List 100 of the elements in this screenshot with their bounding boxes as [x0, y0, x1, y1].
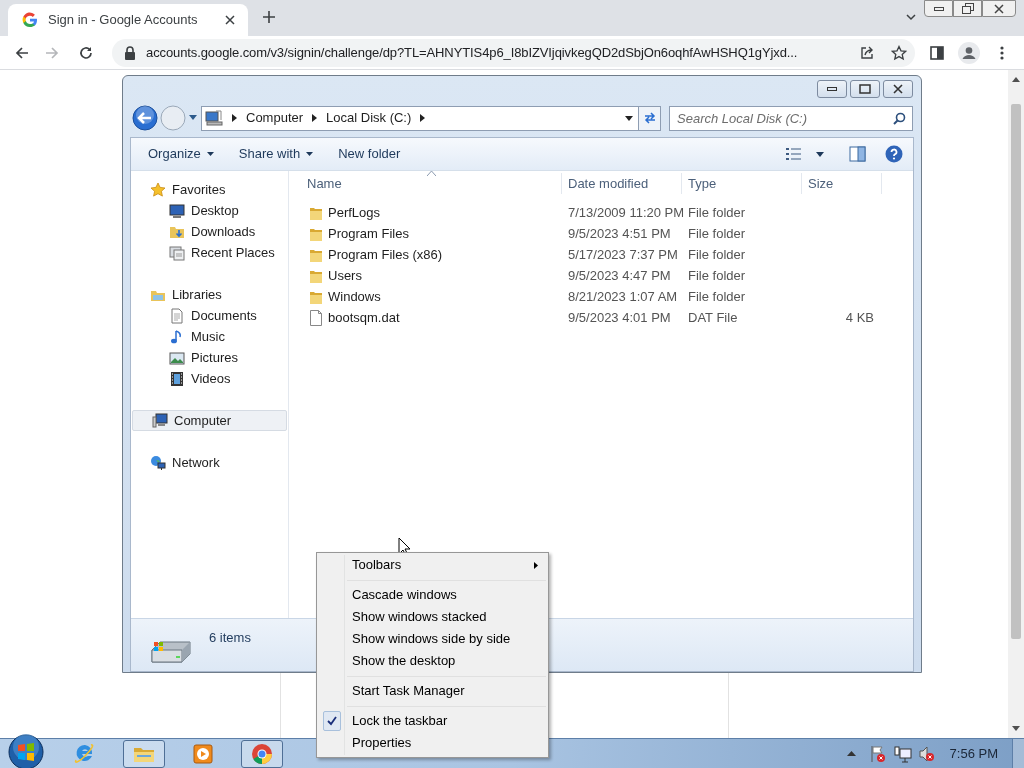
monitor-icon: [169, 202, 185, 219]
nav-item[interactable]: Computer: [132, 410, 287, 431]
close-button[interactable]: [982, 0, 1016, 17]
command-button[interactable]: New folder: [330, 141, 409, 167]
type-cell-text: File folder: [687, 203, 747, 222]
nav-item[interactable]: Pictures: [131, 347, 288, 368]
type-cell-text: File folder: [687, 266, 747, 285]
file-row[interactable]: bootsqm.dat 9/5/2023 4:01 PM DAT File 4 KB: [289, 307, 913, 328]
clock[interactable]: 7:56 PM: [949, 743, 998, 764]
date-cell-text: 9/5/2023 4:47 PM: [567, 266, 672, 285]
scroll-thumb[interactable]: [1011, 104, 1021, 639]
scrollbar[interactable]: [1008, 70, 1024, 738]
checkmark-icon: [327, 716, 337, 726]
profile-icon[interactable]: [958, 41, 980, 64]
breadcrumb[interactable]: Local Disk (C:): [326, 108, 412, 128]
help-icon[interactable]: [885, 145, 903, 163]
menu-item[interactable]: Start Task Manager: [319, 680, 546, 702]
nav-item[interactable]: Documents: [131, 305, 288, 326]
chevron-right-icon[interactable]: [420, 114, 426, 122]
caret-icon: [206, 152, 214, 156]
restore-icon: [961, 3, 974, 14]
file-icon: [309, 309, 323, 326]
menu-item[interactable]: Cascade windows: [319, 584, 546, 606]
menu-item[interactable]: Show windows side by side: [319, 628, 546, 650]
menu-item[interactable]: Properties: [319, 732, 546, 754]
preview-pane-icon[interactable]: [849, 146, 866, 162]
nav-item[interactable]: Recent Places: [131, 242, 288, 263]
nav-item[interactable]: Videos: [131, 368, 288, 389]
file-row[interactable]: Program Files (x86) 5/17/2023 7:37 PM File folder: [289, 244, 913, 265]
command-button[interactable]: Share with: [230, 141, 322, 167]
minimize-icon: [933, 6, 944, 11]
refresh-button[interactable]: [639, 105, 661, 131]
taskbar-button[interactable]: [123, 739, 165, 768]
nav-item[interactable]: Libraries: [131, 284, 288, 305]
file-row[interactable]: Windows 8/21/2023 1:07 AM File folder: [289, 286, 913, 307]
new-tab-icon[interactable]: [261, 9, 277, 25]
nav-item[interactable]: Network: [131, 452, 288, 473]
side-panel-icon[interactable]: [929, 44, 945, 61]
minimize-icon: [827, 87, 837, 91]
dropdown-icon[interactable]: [625, 115, 633, 121]
minimize-button[interactable]: [924, 0, 953, 17]
speaker-muted-icon[interactable]: [917, 744, 936, 763]
share-icon[interactable]: [859, 44, 875, 61]
scroll-up-icon[interactable]: [1012, 76, 1020, 82]
nav-item[interactable]: Desktop: [131, 200, 288, 221]
caret-icon[interactable]: [816, 151, 824, 157]
scroll-down-icon[interactable]: [1012, 726, 1020, 732]
path-bar[interactable]: Computer Local Disk (C:): [201, 105, 639, 131]
chevron-right-icon[interactable]: [312, 114, 318, 122]
type-cell-text: File folder: [687, 245, 747, 264]
close-icon: [893, 84, 903, 94]
close-button[interactable]: [883, 80, 913, 98]
menu-item[interactable]: Show the desktop: [319, 650, 546, 672]
command-button[interactable]: Organize: [140, 141, 222, 167]
refresh-arrows-icon: [642, 111, 657, 125]
reload-icon[interactable]: [78, 44, 94, 61]
nav-item[interactable]: Downloads: [131, 221, 288, 242]
browser-tab[interactable]: Sign in - Google Accounts: [8, 4, 248, 36]
file-row[interactable]: PerfLogs 7/13/2009 11:20 PM File folder: [289, 202, 913, 223]
column-header[interactable]: Name: [289, 173, 562, 194]
file-row[interactable]: Users 9/5/2023 4:47 PM File folder: [289, 265, 913, 286]
date-cell-text: 8/21/2023 1:07 AM: [567, 287, 679, 306]
date-cell-text: 7/13/2009 11:20 PM: [567, 203, 682, 222]
column-header[interactable]: Date modified: [562, 173, 682, 194]
column-header[interactable]: Type: [682, 173, 802, 194]
maximize-button[interactable]: [850, 80, 880, 98]
chevron-up-icon[interactable]: [846, 751, 856, 756]
address-bar[interactable]: accounts.google.com/v3/signin/challenge/dp?TL=AHNYTIS4p6_I8bIZVIjqivkegQD2dSbjOn6oqhfAwHSHQ1gYjxd...: [112, 38, 915, 67]
restore-button[interactable]: [953, 0, 982, 17]
nav-item[interactable]: Favorites: [131, 179, 288, 200]
minimize-button[interactable]: [817, 80, 847, 98]
flag-error-icon[interactable]: [868, 744, 887, 763]
menu-item[interactable]: Lock the taskbar: [319, 710, 546, 732]
checkbox[interactable]: [323, 711, 341, 731]
submenu-arrow-icon: [534, 561, 538, 569]
picture-icon: [169, 349, 185, 366]
network-error-icon[interactable]: [893, 744, 912, 763]
chevron-down-icon[interactable]: [905, 11, 917, 23]
type-cell-text: DAT File: [687, 308, 739, 327]
document-icon: [169, 307, 185, 324]
back-icon[interactable]: [132, 105, 158, 131]
file-name: bootsqm.dat: [328, 308, 400, 327]
back-icon[interactable]: [14, 44, 30, 61]
computer-icon: [152, 412, 168, 429]
search-field[interactable]: Search Local Disk (C:): [669, 105, 913, 131]
breadcrumb[interactable]: Computer: [246, 108, 304, 128]
taskbar-button[interactable]: [241, 739, 283, 768]
file-row[interactable]: Program Files 9/5/2023 4:51 PM File folder: [289, 223, 913, 244]
nav-item[interactable]: Music: [131, 326, 288, 347]
menu-item[interactable]: Toolbars: [319, 554, 546, 576]
view-options-icon[interactable]: [786, 147, 802, 161]
menu-icon[interactable]: [1000, 44, 1004, 61]
film-icon: [169, 370, 185, 387]
star-icon[interactable]: [891, 44, 907, 61]
chrome-icon: [250, 741, 274, 766]
start-orb-icon[interactable]: [8, 733, 44, 768]
menu-item[interactable]: Show windows stacked: [319, 606, 546, 628]
column-header[interactable]: Size: [802, 173, 882, 194]
chevron-right-icon[interactable]: [232, 114, 237, 122]
lock-icon: [124, 45, 136, 60]
